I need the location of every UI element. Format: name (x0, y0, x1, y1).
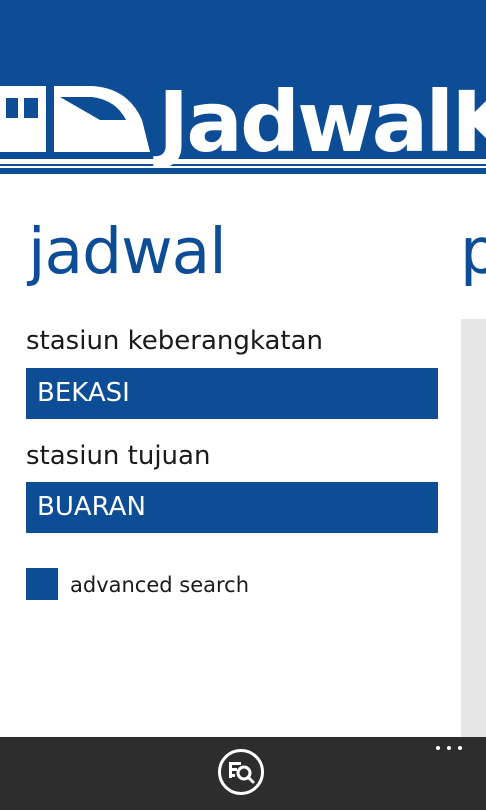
app-banner: JadwalKRL (0, 0, 486, 174)
page-title: jadwal (28, 215, 227, 288)
next-pivot-panel (461, 319, 486, 737)
advanced-search-label[interactable]: advanced search (70, 570, 249, 600)
search-schedule-icon (229, 762, 255, 784)
ellipsis-icon (436, 746, 440, 750)
brand-wordmark: JadwalKRL (158, 73, 486, 171)
departure-station-label: stasiun keberangkatan (26, 326, 324, 356)
destination-station-picker[interactable]: BUARAN (26, 482, 438, 533)
search-schedule-button[interactable] (218, 749, 264, 795)
departure-station-picker[interactable]: BEKASI (26, 368, 438, 419)
more-options-button[interactable] (434, 738, 464, 758)
destination-station-label: stasiun tujuan (26, 441, 211, 471)
advanced-search-checkbox[interactable] (26, 568, 58, 600)
next-pivot-peek[interactable]: p (460, 212, 486, 292)
